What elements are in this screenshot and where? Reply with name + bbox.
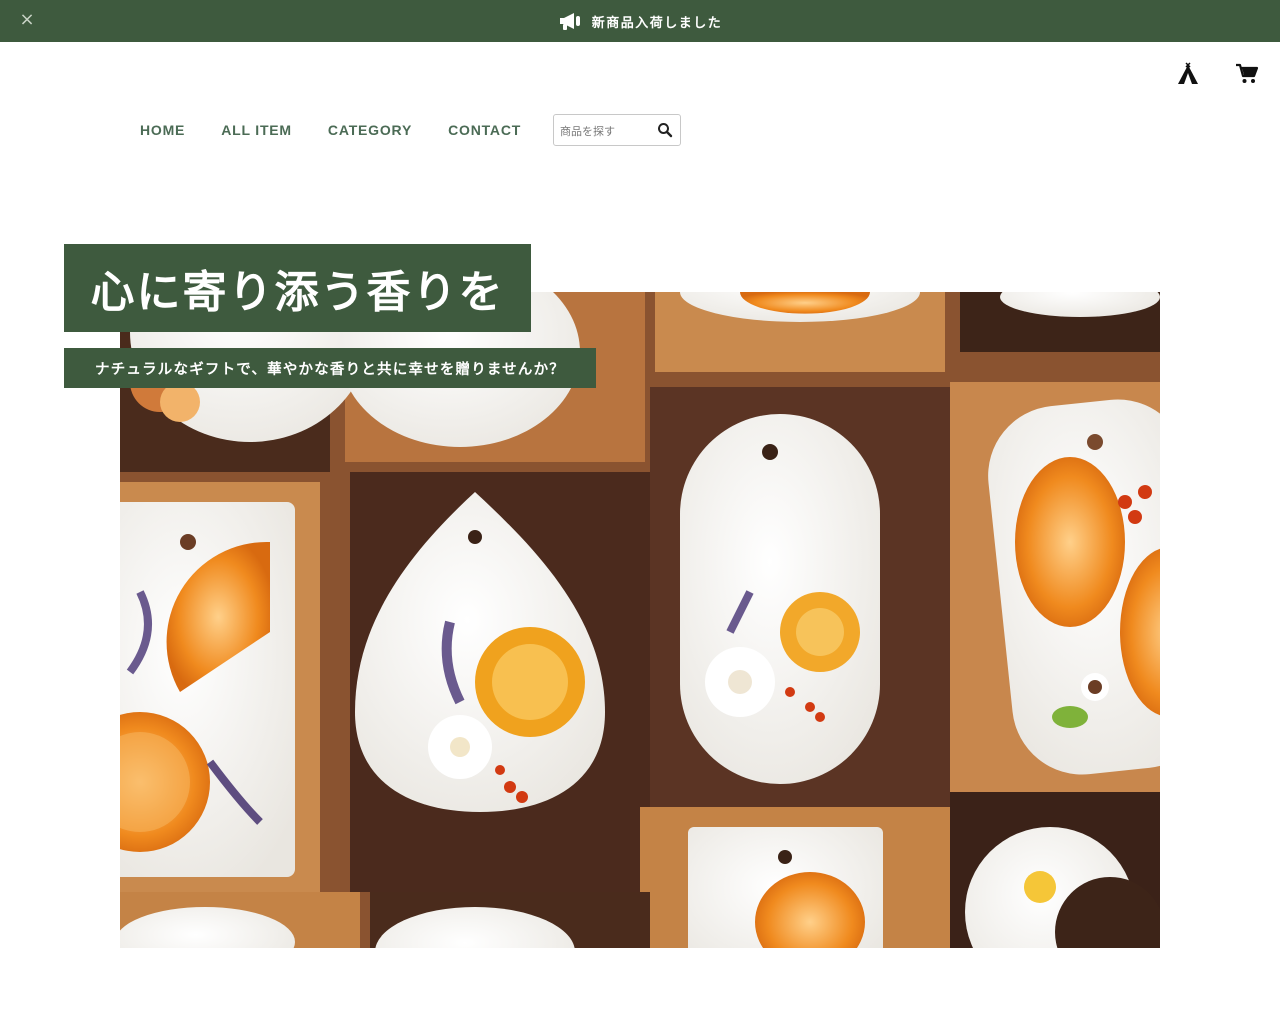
announcement-text[interactable]: 新商品入荷しました xyxy=(592,12,723,31)
hero-subline: ナチュラルなギフトで、華やかな香りと共に幸せを贈りませんか？ xyxy=(95,361,565,378)
hero-headline-box: 心に寄り添う香りを xyxy=(64,244,531,332)
search-icon[interactable] xyxy=(656,121,674,139)
announcement-content: 新商品入荷しました xyxy=(0,0,1280,42)
cart-icon[interactable] xyxy=(1235,63,1259,85)
tent-icon[interactable] xyxy=(1176,62,1200,86)
nav-contact[interactable]: CONTACT xyxy=(448,122,521,138)
nav-all-item[interactable]: ALL ITEM xyxy=(221,122,292,138)
announcement-bar: × 新商品入荷しました xyxy=(0,0,1280,42)
nav-category[interactable]: CATEGORY xyxy=(328,122,412,138)
hero-image xyxy=(120,292,1160,948)
hero-headline: 心に寄り添う香りを xyxy=(90,267,505,318)
megaphone-icon xyxy=(558,11,582,31)
nav-home[interactable]: HOME xyxy=(140,122,185,138)
search-input[interactable] xyxy=(560,121,652,141)
search-box xyxy=(553,114,681,146)
hero-subline-box: ナチュラルなギフトで、華やかな香りと共に幸せを贈りませんか？ xyxy=(64,348,596,388)
main-nav: HOME ALL ITEM CATEGORY CONTACT xyxy=(140,114,557,146)
